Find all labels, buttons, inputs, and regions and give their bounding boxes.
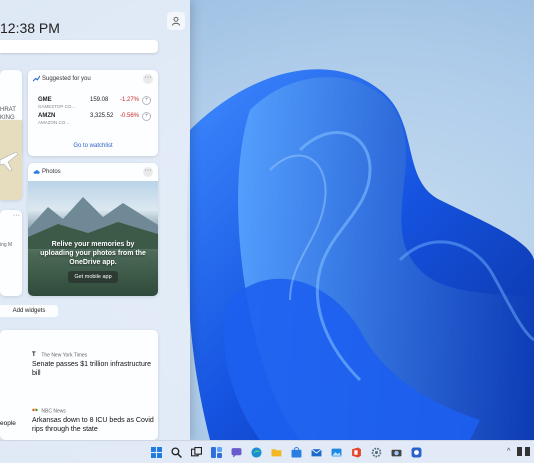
stock-change: -1.27% xyxy=(120,97,140,103)
stock-change: -0.56% xyxy=(120,113,140,119)
add-stock-icon[interactable]: + xyxy=(142,96,151,105)
partial-image-card[interactable] xyxy=(0,120,22,200)
account-button[interactable] xyxy=(167,12,185,30)
volume-icon[interactable] xyxy=(525,447,530,456)
chevron-up-icon[interactable]: ^ xyxy=(507,447,514,456)
person-icon xyxy=(172,16,180,26)
stock-row[interactable]: AMZN AMAZON.CO... 3,325.52 -0.56% + xyxy=(38,112,156,125)
network-icon[interactable] xyxy=(517,447,522,456)
more-options-icon[interactable]: ··· xyxy=(143,167,153,177)
taskbar-apps xyxy=(149,445,423,459)
edge-icon[interactable] xyxy=(249,445,263,459)
stock-price: 159.08 xyxy=(90,97,109,103)
stock-ticker: AMZN xyxy=(38,113,56,119)
windows-start-icon[interactable] xyxy=(149,445,163,459)
suggested-stocks-card[interactable]: Suggested for you ··· GME GAMESTOP CO...… xyxy=(28,70,158,156)
more-options-icon[interactable]: ··· xyxy=(143,74,153,84)
panel-clock: 12:38 PM xyxy=(0,20,60,36)
search-icon[interactable] xyxy=(169,445,183,459)
chat-icon[interactable] xyxy=(229,445,243,459)
store-icon[interactable] xyxy=(289,445,303,459)
stock-price: 3,325.52 xyxy=(90,113,114,119)
web-search-box[interactable] xyxy=(0,40,158,53)
app-icon[interactable] xyxy=(409,445,423,459)
stocks-chart-icon xyxy=(33,75,40,82)
news-headline: Senate passes $1 trillion infrastructure… xyxy=(32,361,152,377)
add-stock-icon[interactable]: + xyxy=(142,112,151,121)
news-source: The New York Times xyxy=(41,352,88,359)
mail-icon[interactable] xyxy=(309,445,323,459)
photos-icon[interactable] xyxy=(329,445,343,459)
card-title: Suggested for you xyxy=(42,76,91,82)
partial-news-text: eople xyxy=(0,420,16,427)
news-item[interactable]: T The New York Times Senate passes $1 tr… xyxy=(32,352,157,378)
office-icon[interactable] xyxy=(349,445,363,459)
more-options-icon[interactable]: ··· xyxy=(13,212,20,219)
get-mobile-app-button[interactable]: Get mobile app xyxy=(68,271,118,283)
photos-card[interactable]: Photos ··· Relive your memories by uploa… xyxy=(28,163,158,296)
stock-name: GAMESTOP CO... xyxy=(38,104,76,109)
widgets-icon[interactable] xyxy=(209,445,223,459)
onedrive-cloud-icon xyxy=(33,170,40,174)
stock-row[interactable]: GME GAMESTOP CO... 159.08 -1.27% + xyxy=(38,96,156,109)
partial-text-a: HRAT xyxy=(0,107,16,113)
news-headline: Arkansas down to 8 ICU beds as Covid rip… xyxy=(32,417,154,433)
partial-text-c: ing M xyxy=(0,242,13,248)
stock-ticker: GME xyxy=(38,97,52,103)
add-widgets-button[interactable]: Add widgets xyxy=(0,305,58,317)
plane-image-icon xyxy=(0,151,19,172)
task-view-icon[interactable] xyxy=(189,445,203,459)
news-item[interactable]: NBC News Arkansas down to 8 ICU beds as … xyxy=(32,408,157,434)
news-feed-card[interactable]: T The New York Times Senate passes $1 tr… xyxy=(0,330,158,440)
watchlist-link[interactable]: Go to watchlist xyxy=(28,143,158,149)
card-title: Photos xyxy=(42,169,61,175)
nbc-logo-icon xyxy=(32,408,38,412)
file-explorer-icon[interactable] xyxy=(269,445,283,459)
camera-icon[interactable] xyxy=(389,445,403,459)
stock-name: AMAZON.CO... xyxy=(38,120,70,125)
partial-card-2[interactable]: ··· ing M xyxy=(0,210,22,296)
nyt-logo-icon: T xyxy=(32,352,36,358)
photos-promo-text: Relive your memories by uploading your p… xyxy=(40,241,146,266)
taskbar: ^ xyxy=(0,440,534,463)
system-tray[interactable]: ^ xyxy=(507,447,530,456)
settings-icon[interactable] xyxy=(369,445,383,459)
widgets-panel: 12:38 PM HRAT KING ··· ing M Suggested f… xyxy=(0,0,190,440)
news-source: NBC News xyxy=(41,408,66,415)
